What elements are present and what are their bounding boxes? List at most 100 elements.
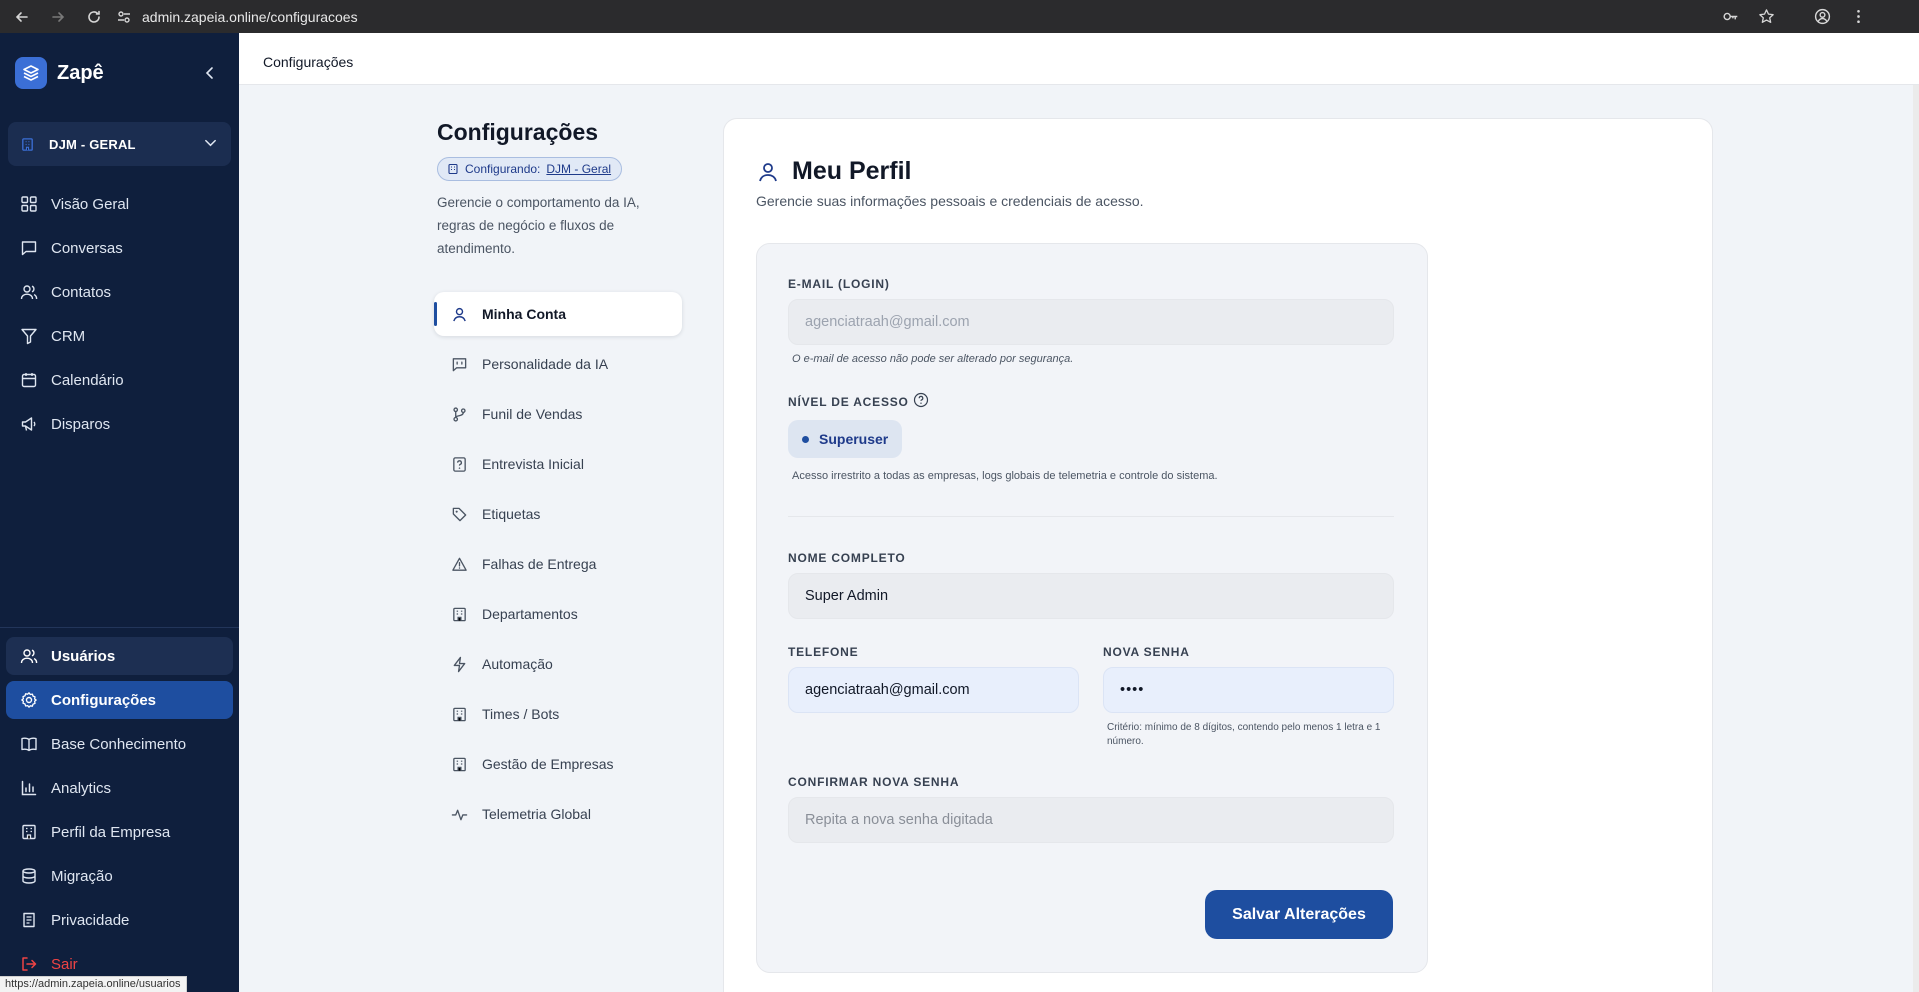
back-icon[interactable] <box>8 3 36 31</box>
logout-icon <box>19 954 39 974</box>
profile-icon[interactable] <box>1811 6 1833 28</box>
settings-tab-entrevista-inicial[interactable]: Entrevista Inicial <box>434 442 682 486</box>
building-icon <box>450 605 468 623</box>
access-level-label: NÍVEL DE ACESSO <box>788 395 909 409</box>
sidebar-item-contatos[interactable]: Contatos <box>6 273 233 311</box>
reload-icon[interactable] <box>80 3 108 31</box>
configuring-badge: Configurando: DJM - Geral <box>437 157 623 181</box>
sidebar-item-migracao[interactable]: Migração <box>6 857 233 895</box>
sidebar-bottom-nav: Usuários Configurações Base Conhecimento… <box>0 637 239 989</box>
access-level-hint: Acesso irrestrito a todas as empresas, l… <box>792 470 1218 482</box>
password-hint-line: número. <box>1107 736 1144 747</box>
sidebar-item-analytics[interactable]: Analytics <box>6 769 233 807</box>
warning-icon <box>450 555 468 573</box>
sidebar-item-visao-geral[interactable]: Visão Geral <box>6 185 233 223</box>
users-icon <box>19 646 39 666</box>
configuring-company-link[interactable]: DJM - Geral <box>546 162 611 176</box>
tag-icon <box>450 505 468 523</box>
settings-tab-falhas-entrega[interactable]: Falhas de Entrega <box>434 542 682 586</box>
sidebar-divider <box>0 627 239 628</box>
form-divider <box>788 516 1394 517</box>
help-circle-icon[interactable] <box>913 392 929 408</box>
database-icon <box>19 866 39 886</box>
users-icon <box>19 282 39 302</box>
settings-tab-gestao-empresas[interactable]: Gestão de Empresas <box>434 742 682 786</box>
sidebar-item-label: Migração <box>51 867 113 885</box>
sidebar-item-label: Sair <box>51 955 78 973</box>
site-info-icon[interactable] <box>116 9 132 25</box>
settings-tab-label: Minha Conta <box>482 306 566 322</box>
sidebar-item-label: Base Conhecimento <box>51 735 187 753</box>
settings-tab-label: Automação <box>482 656 553 672</box>
sidebar: Zapê DJM - GERAL Visão Geral Conversas C… <box>0 33 239 992</box>
sidebar-item-label: Visão Geral <box>51 195 130 213</box>
sidebar-item-label: Configurações <box>51 691 157 709</box>
sidebar-item-label: Contatos <box>51 283 112 301</box>
password-hint: Critério: mínimo de 8 dígitos, contendo … <box>1107 721 1380 749</box>
password-hint-line: Critério: mínimo de 8 dígitos, contendo … <box>1107 722 1381 733</box>
status-dot <box>802 435 809 443</box>
sidebar-item-privacidade[interactable]: Privacidade <box>6 901 233 939</box>
settings-tab-label: Departamentos <box>482 606 578 622</box>
settings-tab-funil-vendas[interactable]: Funil de Vendas <box>434 392 682 436</box>
note-icon <box>19 910 39 930</box>
sidebar-item-label: Disparos <box>51 415 111 433</box>
lightning-icon <box>450 655 468 673</box>
email-hint: O e-mail de acesso não pode ser alterado… <box>792 353 1074 365</box>
profile-subtitle: Gerencie suas informações pessoais e cre… <box>756 193 1144 209</box>
email-field[interactable]: agenciatraah@gmail.com <box>788 299 1394 345</box>
forward-icon[interactable] <box>44 3 72 31</box>
user-icon <box>450 305 468 323</box>
menu-kebab-icon[interactable] <box>1847 6 1869 28</box>
browser-toolbar: admin.zapeia.online/configuracoes <box>0 0 1919 33</box>
sidebar-item-base-conhecimento[interactable]: Base Conhecimento <box>6 725 233 763</box>
building-icon <box>18 135 36 153</box>
phone-field[interactable]: agenciatraah@gmail.com <box>788 667 1079 713</box>
sidebar-item-crm[interactable]: CRM <box>6 317 233 355</box>
url-text[interactable]: admin.zapeia.online/configuracoes <box>142 9 358 25</box>
company-selector[interactable]: DJM - GERAL <box>8 122 231 166</box>
settings-tab-label: Personalidade da IA <box>482 356 609 372</box>
sidebar-item-calendario[interactable]: Calendário <box>6 361 233 399</box>
sidebar-item-label: CRM <box>51 327 86 345</box>
save-button[interactable]: Salvar Alterações <box>1205 890 1393 939</box>
new-password-label: NOVA SENHA <box>1103 645 1190 659</box>
settings-tab-etiquetas[interactable]: Etiquetas <box>434 492 682 536</box>
settings-tab-label: Etiquetas <box>482 506 541 522</box>
settings-tab-departamentos[interactable]: Departamentos <box>434 592 682 636</box>
name-label: NOME COMPLETO <box>788 551 906 565</box>
settings-tab-automacao[interactable]: Automação <box>434 642 682 686</box>
git-branch-icon <box>450 405 468 423</box>
settings-tab-label: Telemetria Global <box>482 806 591 822</box>
star-icon[interactable] <box>1755 6 1777 28</box>
collapse-sidebar-icon[interactable] <box>199 62 221 84</box>
address-bar[interactable]: admin.zapeia.online/configuracoes <box>116 3 358 31</box>
activity-icon <box>450 805 468 823</box>
building-icon <box>448 163 458 175</box>
user-icon <box>759 162 777 181</box>
building-icon <box>450 705 468 723</box>
settings-tab-label: Falhas de Entrega <box>482 556 597 572</box>
settings-tab-personalidade-ia[interactable]: Personalidade da IA <box>434 342 682 386</box>
sidebar-item-disparos[interactable]: Disparos <box>6 405 233 443</box>
settings-tab-minha-conta[interactable]: Minha Conta <box>434 292 682 336</box>
brand-name: Zapê <box>57 61 104 84</box>
key-icon[interactable] <box>1719 6 1741 28</box>
scrollbar[interactable] <box>1913 85 1919 992</box>
sidebar-item-configuracoes[interactable]: Configurações <box>6 681 233 719</box>
confirm-password-field[interactable]: Repita a nova senha digitada <box>788 797 1394 843</box>
settings-tab-times-bots[interactable]: Times / Bots <box>434 692 682 736</box>
sidebar-item-conversas[interactable]: Conversas <box>6 229 233 267</box>
status-url: https://admin.zapeia.online/usuarios <box>0 976 187 992</box>
settings-tab-label: Entrevista Inicial <box>482 456 584 472</box>
topbar: Configurações <box>239 33 1919 85</box>
sidebar-item-perfil-empresa[interactable]: Perfil da Empresa <box>6 813 233 851</box>
access-level-value: Superuser <box>819 431 889 447</box>
sidebar-item-label: Privacidade <box>51 911 130 929</box>
name-field[interactable]: Super Admin <box>788 573 1394 619</box>
calendar-icon <box>19 370 39 390</box>
settings-tab-telemetria-global[interactable]: Telemetria Global <box>434 792 682 836</box>
new-password-field[interactable]: •••• <box>1103 667 1394 713</box>
sidebar-item-usuarios[interactable]: Usuários <box>6 637 233 675</box>
settings-header: Configurações Configurando: DJM - Geral … <box>437 119 687 260</box>
